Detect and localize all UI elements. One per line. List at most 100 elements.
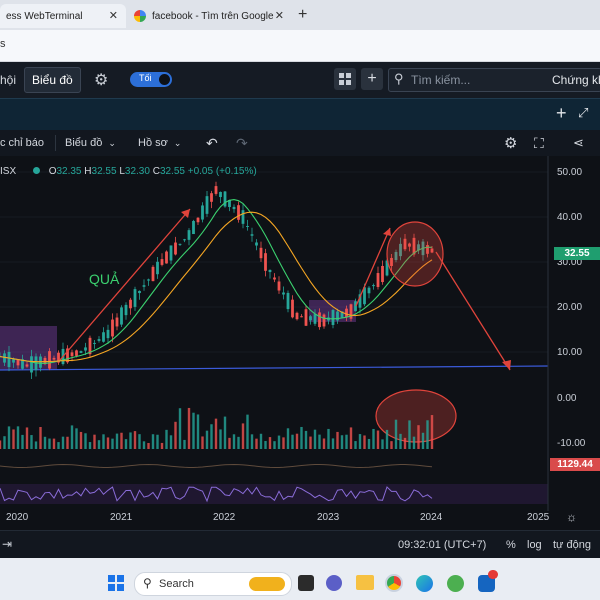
volume-bar xyxy=(138,434,141,449)
candle-body xyxy=(93,342,96,344)
ma-orange-line xyxy=(0,211,433,363)
indicator-line xyxy=(0,463,433,469)
theme-toggle-label: Tối xyxy=(139,73,152,83)
price-chart[interactable] xyxy=(0,156,600,530)
teams-icon[interactable] xyxy=(326,575,342,591)
symbol-label[interactable]: ISX xyxy=(0,166,16,177)
gear-icon[interactable]: ⚙ xyxy=(504,130,517,156)
volume-bar xyxy=(232,434,236,449)
candle-body xyxy=(84,347,87,351)
log-scale-button[interactable]: log xyxy=(527,539,542,551)
volume-bar xyxy=(412,436,416,449)
volume-bar xyxy=(25,427,29,449)
edge-icon[interactable] xyxy=(416,575,433,592)
chart-area[interactable]: ISX O32.35 H32.55 L32.30 C32.55 +0.05 (+… xyxy=(0,156,600,530)
volume-bar xyxy=(174,421,177,449)
candle-body xyxy=(259,247,263,259)
ohlc-legend: ISX O32.35 H32.55 L32.30 C32.55 +0.05 (+… xyxy=(0,166,257,177)
volume-bar xyxy=(169,435,173,449)
address-text: s xyxy=(0,38,6,50)
new-tab-button[interactable]: + xyxy=(298,6,307,24)
volume-bar xyxy=(399,433,402,449)
volume-bar xyxy=(160,442,164,449)
settings-icon[interactable]: ☼ xyxy=(566,510,577,524)
candle-body xyxy=(295,312,299,320)
address-bar[interactable]: s xyxy=(0,30,600,62)
volume-bar xyxy=(16,426,20,449)
taskbar: ⚲ Search xyxy=(0,566,600,600)
browser-tab-google[interactable]: facebook - Tìm trên Google ✕ xyxy=(128,4,292,28)
price-tick: 20.00 xyxy=(557,302,583,313)
chart-menu[interactable]: Biểu đồ ⌄ xyxy=(65,130,116,156)
candle-body xyxy=(142,285,146,287)
windows-start-icon[interactable] xyxy=(108,575,124,591)
theme-toggle[interactable]: Tối xyxy=(130,72,172,87)
candle-body xyxy=(372,285,375,287)
undo-icon[interactable]: ↶ xyxy=(206,130,218,156)
task-view-icon[interactable] xyxy=(298,575,314,591)
chevron-down-icon: ⌄ xyxy=(108,137,116,148)
candle-body xyxy=(331,310,335,325)
volume-bar xyxy=(304,430,308,449)
profile-menu[interactable]: Hồ sơ ⌄ xyxy=(138,130,181,156)
browser-tab-strip: ess WebTerminal ✕ facebook - Tìm trên Go… xyxy=(0,0,600,30)
candle-body xyxy=(169,245,173,261)
share-icon[interactable]: ⋖ xyxy=(573,130,584,156)
volume-bar xyxy=(0,440,2,449)
gear-icon[interactable]: ⚙ xyxy=(94,70,108,90)
candle-body xyxy=(232,206,236,210)
volume-bar xyxy=(39,427,42,449)
volume-bar xyxy=(133,431,137,449)
volume-tick: -10.00 xyxy=(557,438,586,449)
file-explorer-icon[interactable] xyxy=(356,575,374,590)
app-header: hội Biểu đồ ⚙ Tối + ⚲ Tìm kiếm... Chứng … xyxy=(0,62,600,98)
candle-body xyxy=(156,261,159,275)
layout-grid-icon[interactable] xyxy=(334,68,356,90)
add-icon[interactable]: + xyxy=(361,68,383,90)
time-tick: 2021 xyxy=(110,512,133,523)
add-icon[interactable]: + xyxy=(556,103,567,124)
close-icon[interactable]: ✕ xyxy=(109,9,118,22)
fullscreen-icon[interactable]: ⛶ xyxy=(534,130,544,156)
browser-tab-webterminal[interactable]: ess WebTerminal ✕ xyxy=(0,4,126,28)
annotation-text: QUẢ xyxy=(89,271,120,287)
nav-item-hoi[interactable]: hội xyxy=(0,73,16,87)
date-range-icon[interactable]: ⇥ xyxy=(2,537,12,551)
app-icon[interactable] xyxy=(447,575,464,592)
search-input[interactable]: ⚲ Tìm kiếm... Chứng kh xyxy=(388,68,600,92)
candle-body xyxy=(354,301,357,312)
window-gap xyxy=(0,558,600,566)
volume-bar xyxy=(381,439,384,449)
close-icon[interactable]: ✕ xyxy=(275,9,284,22)
volume-bar xyxy=(354,441,357,449)
price-tick: 10.00 xyxy=(557,347,583,358)
indicators-menu[interactable]: c chỉ báo xyxy=(0,130,44,156)
open-value: 32.35 xyxy=(56,166,82,177)
volume-bar xyxy=(43,436,47,449)
volume-bar xyxy=(358,434,362,449)
volume-bar xyxy=(84,433,87,449)
volume-bar xyxy=(178,408,182,449)
volume-bar xyxy=(75,428,78,449)
market-label[interactable]: Chứng kh xyxy=(552,73,600,87)
divider xyxy=(55,135,56,151)
volume-bar xyxy=(403,437,407,449)
volume-bar xyxy=(214,418,218,449)
candle-body xyxy=(210,193,213,202)
candle-body xyxy=(106,329,110,339)
candle-body xyxy=(345,308,348,318)
redo-icon[interactable]: ↷ xyxy=(236,130,248,156)
clock[interactable]: 09:32:01 (UTC+7) xyxy=(398,539,486,551)
profile-menu-label: Hồ sơ xyxy=(138,137,168,149)
candle-body xyxy=(223,191,227,207)
expand-icon[interactable]: ⤢ xyxy=(578,105,588,121)
volume-bar xyxy=(228,437,231,449)
volume-bar xyxy=(52,438,56,449)
candle-body xyxy=(120,307,123,325)
chrome-icon[interactable] xyxy=(385,574,403,592)
nav-item-chart[interactable]: Biểu đồ xyxy=(24,67,81,93)
percent-scale-button[interactable]: % xyxy=(506,539,516,551)
taskbar-search[interactable]: ⚲ Search xyxy=(134,572,292,596)
support-line xyxy=(0,365,549,371)
auto-scale-button[interactable]: tự động xyxy=(553,539,591,551)
